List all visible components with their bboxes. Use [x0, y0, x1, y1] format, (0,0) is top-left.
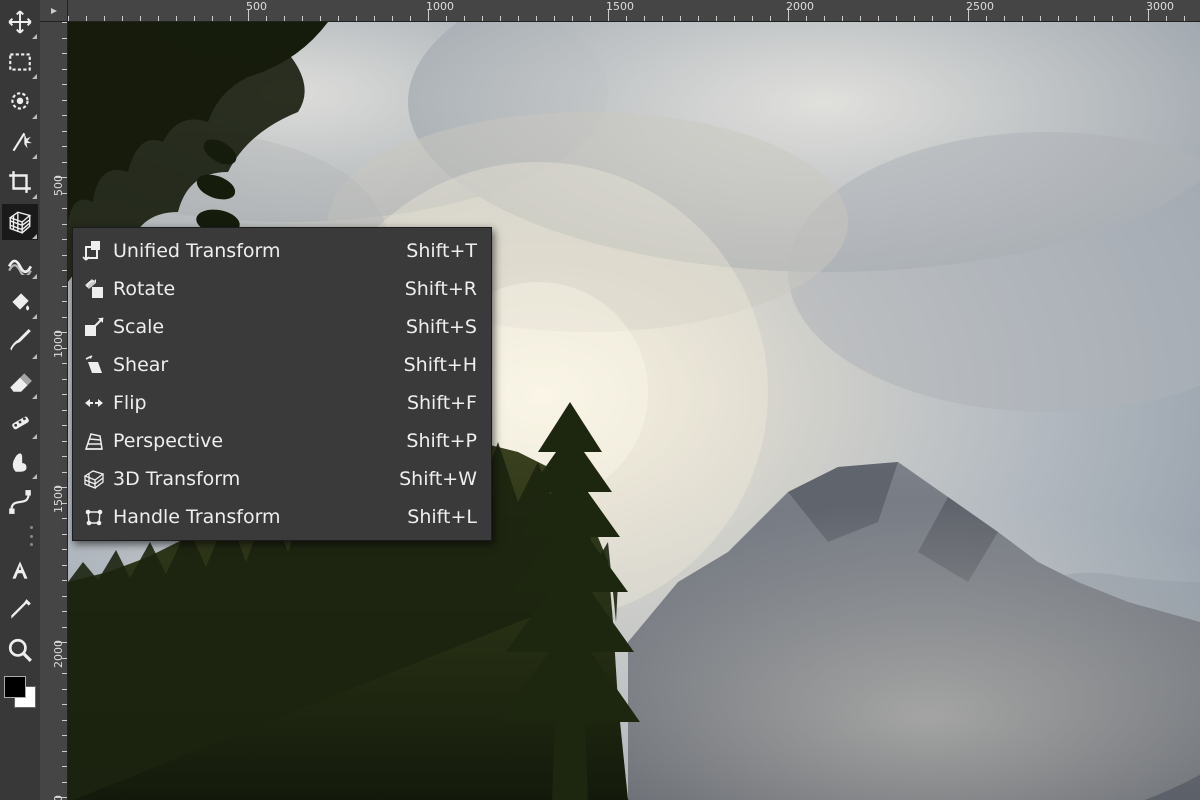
3d-transform-icon — [81, 466, 107, 492]
menu-item-shortcut: Shift+S — [406, 316, 477, 338]
ruler-label: 500 — [246, 0, 267, 13]
menu-item-shortcut: Shift+P — [406, 430, 477, 452]
menu-item-rotate[interactable]: Rotate Shift+R — [73, 270, 491, 308]
smudge-tool[interactable] — [2, 444, 38, 480]
menu-item-perspective[interactable]: Perspective Shift+P — [73, 422, 491, 460]
ruler-corner[interactable] — [40, 0, 68, 22]
ruler-label: 500 — [52, 175, 65, 196]
ruler-label: 1500 — [52, 485, 65, 513]
scale-icon — [81, 314, 107, 340]
ruler-label: 3000 — [1146, 0, 1174, 13]
menu-item-label: Rotate — [113, 278, 385, 300]
path-tool[interactable] — [2, 484, 38, 520]
toolbox-separator — [30, 526, 36, 546]
menu-item-shear[interactable]: Shear Shift+H — [73, 346, 491, 384]
ruler-horizontal[interactable]: 500 1000 1500 2000 2500 3000 — [68, 0, 1200, 22]
menu-item-shortcut: Shift+R — [405, 278, 477, 300]
menu-item-label: Perspective — [113, 430, 386, 452]
menu-item-scale[interactable]: Scale Shift+S — [73, 308, 491, 346]
toolbox — [0, 0, 40, 800]
flip-icon — [81, 390, 107, 416]
free-select-tool[interactable] — [2, 84, 38, 120]
ruler-label: 2500 — [52, 795, 65, 800]
ruler-label: 2000 — [52, 640, 65, 668]
rectangle-select-tool[interactable] — [2, 44, 38, 80]
menu-item-label: Flip — [113, 392, 387, 414]
ruler-label: 2000 — [786, 0, 814, 13]
menu-item-shortcut: Shift+H — [404, 354, 477, 376]
color-swatch[interactable] — [4, 676, 36, 708]
ruler-label: 2500 — [966, 0, 994, 13]
menu-item-unified-transform[interactable]: Unified Transform Shift+T — [73, 232, 491, 270]
text-tool[interactable] — [2, 552, 38, 588]
ruler-label: 1000 — [52, 330, 65, 358]
menu-item-label: Scale — [113, 316, 386, 338]
ruler-label: 1000 — [426, 0, 454, 13]
crop-tool[interactable] — [2, 164, 38, 200]
menu-item-shortcut: Shift+W — [399, 468, 477, 490]
transform-context-menu: Unified Transform Shift+T Rotate Shift+R Sca… — [72, 227, 492, 541]
menu-item-label: Shear — [113, 354, 384, 376]
heal-tool[interactable] — [2, 404, 38, 440]
eraser-tool[interactable] — [2, 364, 38, 400]
menu-item-shortcut: Shift+F — [407, 392, 477, 414]
perspective-icon — [81, 428, 107, 454]
move-tool[interactable] — [2, 4, 38, 40]
color-picker-tool[interactable] — [2, 592, 38, 628]
menu-item-label: Unified Transform — [113, 240, 386, 262]
transform-tool[interactable] — [2, 204, 38, 240]
fuzzy-select-tool[interactable] — [2, 124, 38, 160]
shear-icon — [81, 352, 107, 378]
menu-item-flip[interactable]: Flip Shift+F — [73, 384, 491, 422]
menu-item-shortcut: Shift+T — [406, 240, 477, 262]
handle-transform-icon — [81, 504, 107, 530]
paintbrush-tool[interactable] — [2, 324, 38, 360]
menu-item-label: Handle Transform — [113, 506, 387, 528]
ruler-label: 1500 — [606, 0, 634, 13]
zoom-tool[interactable] — [2, 632, 38, 668]
menu-item-handle-transform[interactable]: Handle Transform Shift+L — [73, 498, 491, 536]
menu-item-3d-transform[interactable]: 3D Transform Shift+W — [73, 460, 491, 498]
ruler-vertical[interactable]: 500 1000 1500 2000 2500 — [40, 22, 68, 800]
unified-transform-icon — [81, 238, 107, 264]
foreground-color[interactable] — [4, 676, 26, 698]
warp-tool[interactable] — [2, 244, 38, 280]
menu-item-shortcut: Shift+L — [407, 506, 477, 528]
menu-item-label: 3D Transform — [113, 468, 379, 490]
rotate-icon — [81, 276, 107, 302]
bucket-fill-tool[interactable] — [2, 284, 38, 320]
